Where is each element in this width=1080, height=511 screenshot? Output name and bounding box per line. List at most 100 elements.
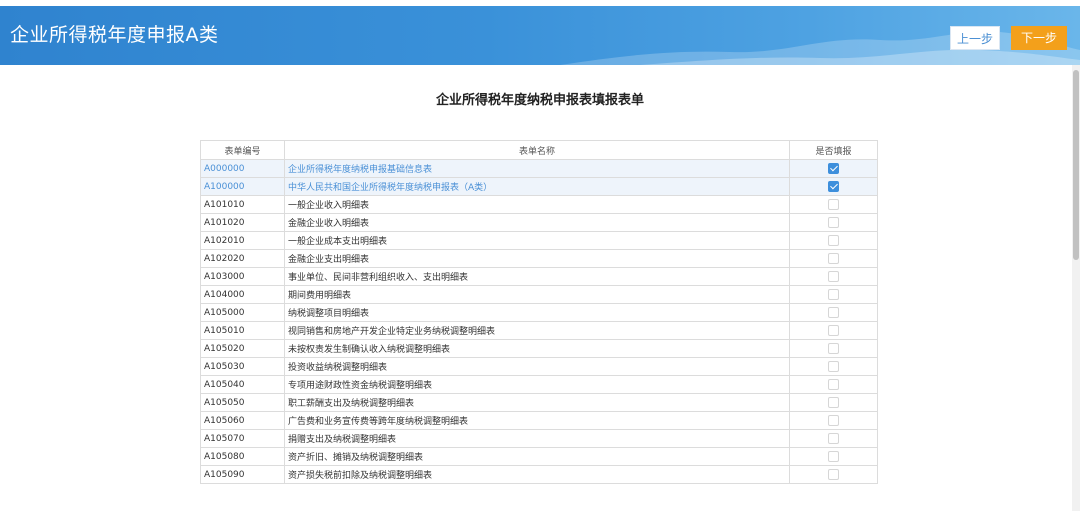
table-row[interactable]: A105080 资产折旧、摊销及纳税调整明细表 xyxy=(200,447,878,466)
table-header-row: 表单编号 表单名称 是否填报 xyxy=(200,140,878,160)
form-code: A102020 xyxy=(200,249,285,268)
fill-cell xyxy=(789,177,878,196)
table-row[interactable]: A103000 事业单位、民间非营利组织收入、支出明细表 xyxy=(200,267,878,286)
page-title: 企业所得税年度申报A类 xyxy=(10,24,219,46)
checkbox-unchecked-icon[interactable] xyxy=(828,199,839,210)
fill-cell xyxy=(789,285,878,304)
form-code: A105000 xyxy=(200,303,285,322)
fill-cell xyxy=(789,231,878,250)
mountain-decoration-icon xyxy=(560,31,1080,65)
fill-cell xyxy=(789,411,878,430)
checkbox-unchecked-icon[interactable] xyxy=(828,397,839,408)
checkbox-unchecked-icon[interactable] xyxy=(828,451,839,462)
table-row[interactable]: A105030 投资收益纳税调整明细表 xyxy=(200,357,878,376)
form-name: 资产折旧、摊销及纳税调整明细表 xyxy=(284,447,790,466)
table-row[interactable]: A102010 一般企业成本支出明细表 xyxy=(200,231,878,250)
form-code: A105050 xyxy=(200,393,285,412)
column-header-name: 表单名称 xyxy=(284,140,790,160)
table-row[interactable]: A101020 金融企业收入明细表 xyxy=(200,213,878,232)
form-name: 期间费用明细表 xyxy=(284,285,790,304)
form-code: A105020 xyxy=(200,339,285,358)
checkbox-unchecked-icon[interactable] xyxy=(828,253,839,264)
checkbox-unchecked-icon[interactable] xyxy=(828,415,839,426)
table-row[interactable]: A105070 捐赠支出及纳税调整明细表 xyxy=(200,429,878,448)
form-code: A100000 xyxy=(200,177,285,196)
form-name: 广告费和业务宣传费等跨年度纳税调整明细表 xyxy=(284,411,790,430)
checkbox-unchecked-icon[interactable] xyxy=(828,307,839,318)
form-name: 一般企业成本支出明细表 xyxy=(284,231,790,250)
checkbox-checked-icon[interactable] xyxy=(828,163,839,174)
form-name: 纳税调整项目明细表 xyxy=(284,303,790,322)
form-code: A103000 xyxy=(200,267,285,286)
fill-cell xyxy=(789,393,878,412)
checkbox-unchecked-icon[interactable] xyxy=(828,271,839,282)
form-code: A105030 xyxy=(200,357,285,376)
checkbox-unchecked-icon[interactable] xyxy=(828,469,839,480)
form-name[interactable]: 企业所得税年度纳税申报基础信息表 xyxy=(284,159,790,178)
fill-cell xyxy=(789,249,878,268)
form-name: 未按权责发生制确认收入纳税调整明细表 xyxy=(284,339,790,358)
checkbox-unchecked-icon[interactable] xyxy=(828,433,839,444)
form-code: A105060 xyxy=(200,411,285,430)
fill-cell xyxy=(789,267,878,286)
fill-cell xyxy=(789,339,878,358)
form-code: A000000 xyxy=(200,159,285,178)
form-name: 事业单位、民间非营利组织收入、支出明细表 xyxy=(284,267,790,286)
fill-cell xyxy=(789,159,878,178)
fill-cell xyxy=(789,303,878,322)
table-row[interactable]: A105060 广告费和业务宣传费等跨年度纳税调整明细表 xyxy=(200,411,878,430)
table-row[interactable]: A105040 专项用途财政性资金纳税调整明细表 xyxy=(200,375,878,394)
checkbox-unchecked-icon[interactable] xyxy=(828,289,839,300)
fill-cell xyxy=(789,357,878,376)
form-code: A102010 xyxy=(200,231,285,250)
table-row[interactable]: A102020 金融企业支出明细表 xyxy=(200,249,878,268)
checkbox-unchecked-icon[interactable] xyxy=(828,379,839,390)
form-code: A104000 xyxy=(200,285,285,304)
checkbox-checked-icon[interactable] xyxy=(828,181,839,192)
form-code: A101010 xyxy=(200,195,285,214)
form-list-table: 表单编号 表单名称 是否填报 A000000 企业所得税年度纳税申报基础信息表 A1… xyxy=(200,140,878,484)
table-row[interactable]: A105090 资产损失税前扣除及纳税调整明细表 xyxy=(200,465,878,484)
form-name: 职工薪酬支出及纳税调整明细表 xyxy=(284,393,790,412)
form-name: 捐赠支出及纳税调整明细表 xyxy=(284,429,790,448)
form-name: 金融企业收入明细表 xyxy=(284,213,790,232)
form-code: A101020 xyxy=(200,213,285,232)
fill-cell xyxy=(789,195,878,214)
table-row[interactable]: A104000 期间费用明细表 xyxy=(200,285,878,304)
checkbox-unchecked-icon[interactable] xyxy=(828,343,839,354)
form-name: 资产损失税前扣除及纳税调整明细表 xyxy=(284,465,790,484)
form-code: A105040 xyxy=(200,375,285,394)
fill-cell xyxy=(789,447,878,466)
checkbox-unchecked-icon[interactable] xyxy=(828,325,839,336)
app-header: 企业所得税年度申报A类 上一步 下一步 xyxy=(0,6,1080,65)
form-name: 专项用途财政性资金纳税调整明细表 xyxy=(284,375,790,394)
column-header-code: 表单编号 xyxy=(200,140,285,160)
form-name: 投资收益纳税调整明细表 xyxy=(284,357,790,376)
form-code: A105090 xyxy=(200,465,285,484)
next-step-button[interactable]: 下一步 xyxy=(1011,26,1067,50)
form-code: A105010 xyxy=(200,321,285,340)
table-row[interactable]: A105000 纳税调整项目明细表 xyxy=(200,303,878,322)
table-row[interactable]: A105020 未按权责发生制确认收入纳税调整明细表 xyxy=(200,339,878,358)
checkbox-unchecked-icon[interactable] xyxy=(828,217,839,228)
fill-cell xyxy=(789,429,878,448)
form-name[interactable]: 中华人民共和国企业所得税年度纳税申报表（A类） xyxy=(284,177,790,196)
table-body: A000000 企业所得税年度纳税申报基础信息表 A100000 中华人民共和国企业所… xyxy=(200,159,878,484)
fill-cell xyxy=(789,213,878,232)
fill-cell xyxy=(789,321,878,340)
table-row[interactable]: A000000 企业所得税年度纳税申报基础信息表 xyxy=(200,159,878,178)
form-name: 金融企业支出明细表 xyxy=(284,249,790,268)
table-row[interactable]: A105050 职工薪酬支出及纳税调整明细表 xyxy=(200,393,878,412)
table-row[interactable]: A101010 一般企业收入明细表 xyxy=(200,195,878,214)
fill-cell xyxy=(789,465,878,484)
checkbox-unchecked-icon[interactable] xyxy=(828,235,839,246)
table-row[interactable]: A105010 视同销售和房地产开发企业特定业务纳税调整明细表 xyxy=(200,321,878,340)
prev-step-button[interactable]: 上一步 xyxy=(950,26,1000,50)
checkbox-unchecked-icon[interactable] xyxy=(828,361,839,372)
form-code: A105080 xyxy=(200,447,285,466)
fill-cell xyxy=(789,375,878,394)
table-row[interactable]: A100000 中华人民共和国企业所得税年度纳税申报表（A类） xyxy=(200,177,878,196)
form-code: A105070 xyxy=(200,429,285,448)
form-title: 企业所得税年度纳税申报表填报表单 xyxy=(435,93,644,108)
form-name: 视同销售和房地产开发企业特定业务纳税调整明细表 xyxy=(284,321,790,340)
